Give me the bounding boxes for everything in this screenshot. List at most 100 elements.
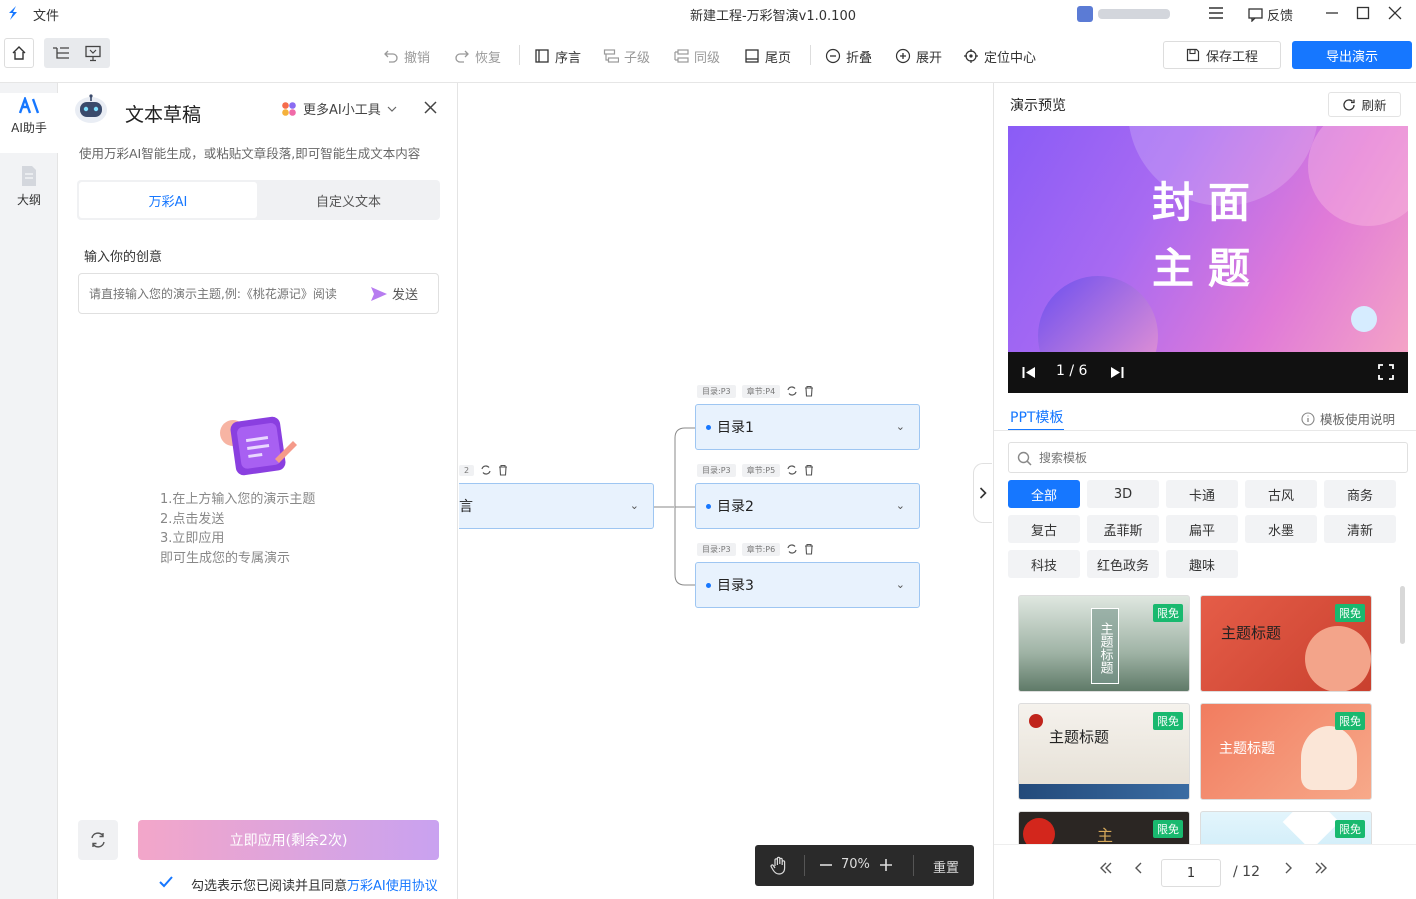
category-chip[interactable]: 扁平	[1166, 515, 1238, 543]
save-project-button[interactable]: 保存工程	[1163, 41, 1281, 69]
collapse-icon	[825, 48, 841, 64]
idea-input[interactable]	[89, 284, 351, 304]
redo-button[interactable]: 恢复	[454, 45, 501, 67]
redo-icon	[454, 48, 470, 64]
agreement-link[interactable]: 万彩AI使用协议	[347, 879, 438, 894]
template-card-title: 主题标题	[1049, 728, 1110, 746]
expand-label: 展开	[916, 50, 943, 66]
outline-node[interactable]: 目录1 ⌄	[695, 404, 920, 450]
category-chip[interactable]: 孟菲斯	[1087, 515, 1159, 543]
hand-tool-icon[interactable]	[769, 856, 789, 876]
template-card[interactable]: 主题标题 限免	[1018, 703, 1190, 800]
outline-node[interactable]: 目录3 ⌄	[695, 562, 920, 608]
first-slide-icon[interactable]	[1022, 366, 1036, 379]
template-card[interactable]: 主 限免	[1018, 811, 1190, 844]
tab-ppt-templates[interactable]: PPT模板	[1010, 407, 1063, 427]
agree-checkbox[interactable]	[158, 874, 174, 890]
node-meta-2: 目录:P3 章节:P5	[697, 463, 814, 477]
file-menu[interactable]: 文件	[33, 5, 59, 24]
more-ai-tools-dropdown[interactable]: 更多AI小工具	[281, 99, 397, 118]
template-search-input[interactable]	[1039, 449, 1389, 467]
category-chip[interactable]: 复古	[1008, 515, 1080, 543]
undo-label: 撤销	[404, 50, 431, 66]
fullscreen-icon[interactable]	[1378, 364, 1394, 380]
next-page-icon[interactable]	[1283, 862, 1293, 874]
left-rail: AI助手 大纲	[0, 83, 58, 899]
expand-icon	[895, 48, 911, 64]
outline-view-icon[interactable]	[52, 45, 70, 61]
category-chip[interactable]: 古风	[1245, 480, 1317, 508]
delete-icon[interactable]	[804, 543, 814, 555]
chevron-down-icon[interactable]: ⌄	[896, 578, 905, 591]
category-chip[interactable]: 科技	[1008, 550, 1080, 578]
mindmap-canvas[interactable]: 2 言 ⌄ 目录:P3 章节:P4 目录1 ⌄ 目录:P3 章节:P5 目录2 …	[459, 83, 992, 899]
regenerate-button[interactable]	[78, 820, 118, 860]
page-number-input[interactable]	[1161, 859, 1221, 887]
refresh-button[interactable]: 刷新	[1328, 92, 1401, 117]
send-button[interactable]: 发送	[370, 284, 418, 303]
first-page-icon[interactable]	[1099, 862, 1113, 874]
undo-button[interactable]: 撤销	[383, 45, 430, 67]
sync-icon[interactable]	[786, 464, 798, 476]
home-button[interactable]	[4, 38, 34, 68]
preface-button[interactable]: 序言	[534, 45, 581, 67]
template-card[interactable]: 限免	[1200, 811, 1372, 844]
sync-icon[interactable]	[786, 385, 798, 397]
export-button[interactable]: 导出演示	[1292, 41, 1412, 69]
rail-ai-assistant[interactable]: AI助手	[0, 93, 58, 153]
tab-custom-text[interactable]: 自定义文本	[259, 182, 438, 218]
category-chip[interactable]: 卡通	[1166, 480, 1238, 508]
category-chip[interactable]: 全部	[1008, 480, 1080, 508]
feedback-button[interactable]: 反馈	[1248, 5, 1293, 24]
category-chip[interactable]: 红色政务	[1087, 550, 1159, 578]
zoom-in-icon[interactable]	[879, 858, 893, 872]
child-label: 子级	[624, 50, 651, 66]
expand-button[interactable]: 展开	[895, 45, 942, 67]
user-account[interactable]	[1077, 5, 1175, 23]
center-button[interactable]: 定位中心	[963, 45, 1036, 67]
root-node[interactable]: 言 ⌄	[459, 483, 654, 529]
outline-node[interactable]: 目录2 ⌄	[695, 483, 920, 529]
minimize-icon[interactable]	[1325, 6, 1339, 20]
delete-icon[interactable]	[804, 385, 814, 397]
category-chip[interactable]: 商务	[1324, 480, 1396, 508]
collapse-button[interactable]: 折叠	[825, 45, 872, 67]
template-card[interactable]: 主题标题 限免	[1200, 703, 1372, 800]
sibling-button[interactable]: 同级	[673, 45, 720, 67]
zoom-reset-button[interactable]: 重置	[933, 857, 959, 876]
child-button[interactable]: 子级	[603, 45, 650, 67]
template-card[interactable]: 主题标题 限免	[1200, 595, 1372, 692]
category-chip[interactable]: 趣味	[1166, 550, 1238, 578]
presentation-view-icon[interactable]	[84, 45, 102, 62]
ending-button[interactable]: 尾页	[744, 45, 791, 67]
delete-icon[interactable]	[804, 464, 814, 476]
tab-wancai-ai[interactable]: 万彩AI	[79, 182, 257, 218]
prev-page-icon[interactable]	[1134, 862, 1144, 874]
category-chip[interactable]: 水墨	[1245, 515, 1317, 543]
sync-icon[interactable]	[786, 543, 798, 555]
page-total: / 12	[1233, 864, 1260, 880]
close-panel-icon[interactable]	[424, 101, 437, 114]
last-page-icon[interactable]	[1314, 862, 1328, 874]
rail-outline[interactable]: 大纲	[0, 165, 58, 208]
template-help-link[interactable]: 模板使用说明	[1301, 409, 1395, 428]
sync-icon[interactable]	[480, 464, 492, 476]
menu-icon[interactable]	[1208, 6, 1224, 20]
expand-panel-handle[interactable]	[973, 463, 992, 523]
chevron-down-icon[interactable]: ⌄	[630, 499, 639, 512]
maximize-icon[interactable]	[1356, 6, 1370, 20]
chevron-down-icon[interactable]: ⌄	[896, 420, 905, 433]
last-slide-icon[interactable]	[1110, 366, 1124, 379]
feedback-label: 反馈	[1267, 9, 1294, 24]
view-toggle	[44, 38, 110, 68]
category-chip[interactable]: 清新	[1324, 515, 1396, 543]
close-window-icon[interactable]	[1388, 6, 1402, 20]
category-chip[interactable]: 3D	[1087, 480, 1159, 508]
template-card[interactable]: 主题标题 限免	[1018, 595, 1190, 692]
template-scrollbar[interactable]	[1400, 586, 1405, 644]
zoom-out-icon[interactable]	[819, 858, 833, 872]
delete-icon[interactable]	[498, 464, 508, 476]
template-search-box	[1008, 442, 1408, 473]
chevron-down-icon[interactable]: ⌄	[896, 499, 905, 512]
apply-button[interactable]: 立即应用(剩余2次)	[138, 820, 439, 860]
